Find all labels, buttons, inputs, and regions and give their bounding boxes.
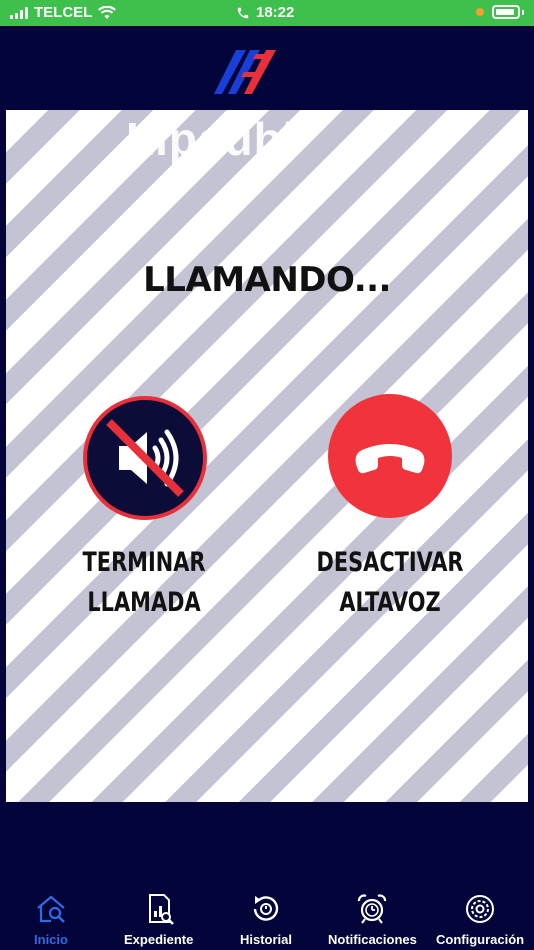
bottom-tab-bar: Inicio Expediente Historial Notificacion… [0, 880, 534, 950]
status-center: 18:22 [236, 4, 294, 21]
recording-indicator [476, 8, 484, 16]
calling-status: LLAMANDO... [143, 260, 391, 300]
app-header [0, 26, 534, 110]
hangup-phone-icon [355, 444, 425, 474]
tab-label: Expediente [124, 932, 194, 947]
watermark-text: Lipaubl [126, 113, 297, 165]
speaker-off-button[interactable] [83, 396, 207, 520]
tab-inicio[interactable]: Inicio [34, 892, 68, 947]
battery-icon [492, 5, 520, 19]
end-call-label-line2: LLAMADA [87, 587, 201, 618]
tab-historial[interactable]: Historial [240, 892, 292, 947]
signal-icon [10, 6, 28, 19]
tab-configuracion[interactable]: Configuración [436, 892, 524, 947]
battery-tip [522, 9, 524, 15]
alarm-clock-icon [358, 894, 387, 924]
disable-speaker-label: DESACTIVAR ALTAVOZ [304, 543, 476, 623]
end-call-label: TERMINAR LLAMADA [58, 543, 230, 623]
tab-expediente[interactable]: Expediente [124, 892, 193, 947]
disable-speaker-label-line1: DESACTIVAR [316, 547, 464, 578]
tab-label: Configuración [436, 932, 525, 947]
home-search-icon [37, 895, 65, 923]
history-icon [253, 896, 279, 921]
clock-time: 18:22 [256, 4, 295, 21]
tab-notificaciones[interactable]: Notificaciones [328, 892, 417, 947]
gear-icon [466, 895, 495, 923]
status-right [476, 5, 524, 19]
tab-label: Historial [240, 932, 293, 947]
phone-call-icon [237, 7, 249, 18]
app-logo [214, 50, 276, 94]
disable-speaker-label-line2: ALTAVOZ [339, 587, 441, 618]
end-call-label-line1: TERMINAR [82, 547, 206, 578]
wifi-icon [98, 5, 117, 19]
status-bar: TELCEL 18:22 [0, 0, 534, 26]
tab-label: Inicio [34, 932, 68, 947]
tab-label: Notificaciones [328, 932, 417, 947]
speaker-muted-icon [106, 419, 184, 497]
carrier-name: TELCEL [34, 4, 93, 21]
hangup-button[interactable] [328, 394, 452, 518]
document-chart-icon [148, 894, 174, 925]
status-left: TELCEL [10, 4, 117, 21]
